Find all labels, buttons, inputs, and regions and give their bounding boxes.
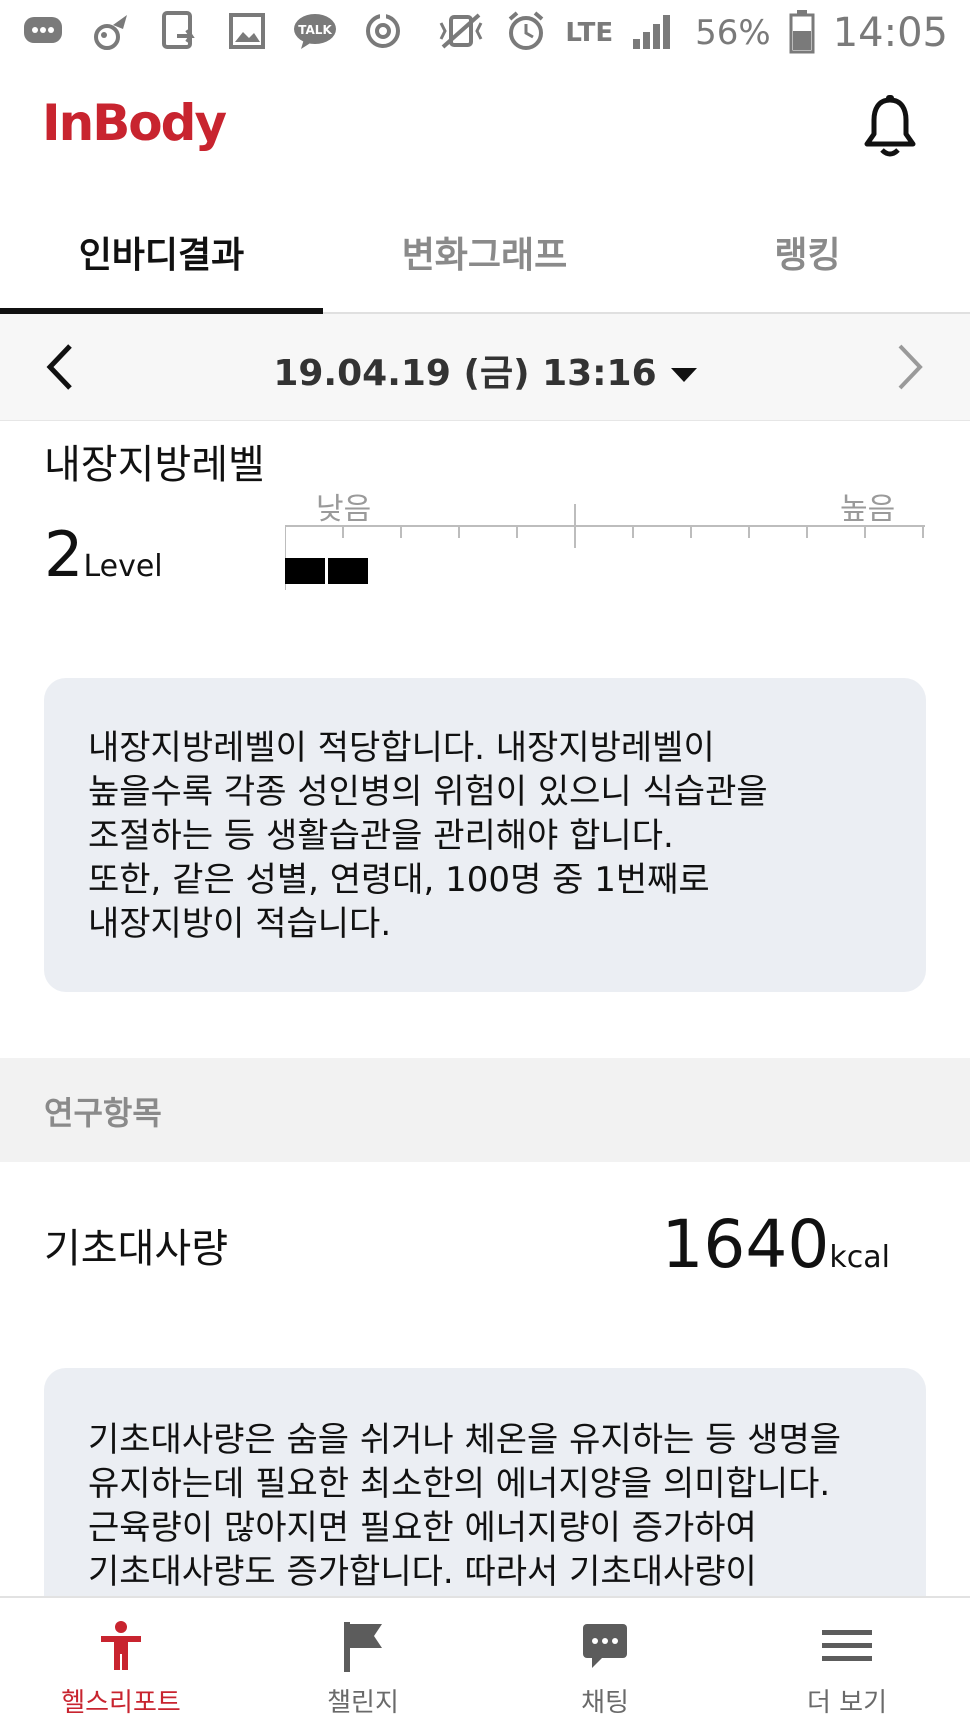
bmr-unit: kcal xyxy=(829,1240,890,1275)
visceral-fat-title: 내장지방레벨 xyxy=(44,442,265,488)
menu-icon xyxy=(822,1620,872,1672)
level-bar-segment xyxy=(285,558,325,584)
tab-label: 랭킹 xyxy=(774,235,841,276)
research-label: 연구항목 xyxy=(44,1094,162,1132)
app-header: InBody xyxy=(0,72,970,192)
date-text: 19.04.19 (금) 13:16 xyxy=(273,353,657,394)
nav-label: 헬스리포트 xyxy=(61,1688,181,1718)
battery-percent: 56% xyxy=(695,13,771,53)
talk-icon-text: TALK xyxy=(298,23,332,37)
bottom-navigation: 헬스리포트 챌린지 채팅 더 보기 xyxy=(0,1596,970,1726)
visceral-fat-unit: Level xyxy=(83,549,163,584)
chat-bubble-icon xyxy=(20,8,66,54)
battery-icon xyxy=(789,8,815,58)
bmr-title: 기초대사량 xyxy=(44,1226,228,1272)
visceral-fat-description-box: 내장지방레벨이 적당합니다. 내장지방레벨이 높을수록 각종 성인병의 위험이 … xyxy=(44,678,926,992)
nav-label: 더 보기 xyxy=(806,1688,888,1718)
chat-icon xyxy=(580,1620,630,1672)
nav-label: 채팅 xyxy=(581,1688,629,1718)
level-bar-segment xyxy=(328,558,368,584)
bmr-description: 기초대사량은 숨을 쉬거나 체온을 유지하는 등 생명을 유지하는데 필요한 최… xyxy=(88,1420,842,1592)
nav-label: 챌린지 xyxy=(327,1688,399,1718)
notification-bell-icon[interactable] xyxy=(862,94,918,160)
game-icon xyxy=(88,8,134,54)
bmr-value: 1640kcal xyxy=(661,1206,890,1283)
visceral-fat-description: 내장지방레벨이 적당합니다. 내장지방레벨이 높을수록 각종 성인병의 위험이 … xyxy=(88,728,768,944)
status-bar: TALK LTE 56% 14:05 xyxy=(0,0,970,72)
flag-icon xyxy=(338,1620,388,1672)
nav-chat[interactable]: 채팅 xyxy=(484,1598,726,1726)
next-date-chevron-icon[interactable] xyxy=(890,342,930,392)
signal-icon xyxy=(631,11,677,55)
gallery-icon xyxy=(224,8,270,54)
tab-change-graph[interactable]: 변화그래프 xyxy=(323,192,646,312)
tab-ranking[interactable]: 랭킹 xyxy=(646,192,969,312)
date-selector: 19.04.19 (금) 13:16 xyxy=(0,314,970,421)
visceral-fat-number: 2 xyxy=(44,518,84,591)
talk-icon: TALK xyxy=(292,8,338,54)
tab-label: 인바디결과 xyxy=(78,235,245,276)
result-tabs: 인바디결과 변화그래프 랭킹 xyxy=(0,192,970,314)
clock: 14:05 xyxy=(832,10,948,56)
visceral-fat-value: 2Level xyxy=(44,518,163,591)
person-icon xyxy=(96,1620,146,1672)
bmr-number: 1640 xyxy=(661,1206,830,1283)
date-dropdown[interactable]: 19.04.19 (금) 13:16 xyxy=(0,344,970,396)
visceral-fat-level-scale xyxy=(285,504,925,590)
caret-down-icon xyxy=(670,368,697,382)
sync-icon xyxy=(360,8,406,54)
nav-challenge[interactable]: 챌린지 xyxy=(242,1598,484,1726)
alarm-icon xyxy=(505,10,547,56)
research-section-header: 연구항목 xyxy=(0,1058,970,1162)
network-label: LTE xyxy=(565,18,614,48)
inbody-logo: InBody xyxy=(42,94,227,152)
screen-share-icon xyxy=(156,8,202,54)
vibrate-icon xyxy=(435,11,487,55)
tab-label: 변화그래프 xyxy=(401,235,568,276)
tab-inbody-result[interactable]: 인바디결과 xyxy=(0,192,323,312)
nav-more[interactable]: 더 보기 xyxy=(726,1598,968,1726)
nav-health-report[interactable]: 헬스리포트 xyxy=(0,1598,242,1726)
level-bar xyxy=(285,558,368,584)
